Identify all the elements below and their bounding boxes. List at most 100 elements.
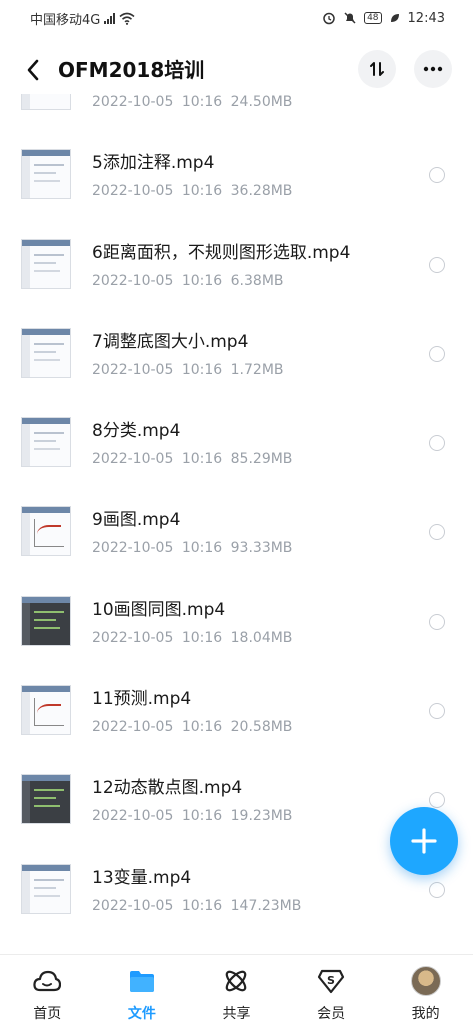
select-radio[interactable] — [429, 792, 445, 809]
file-name: 10画图同图.mp4 — [92, 599, 226, 620]
wifi-icon — [119, 12, 135, 25]
select-radio[interactable] — [429, 703, 445, 720]
file-time: 10:16 — [181, 897, 223, 914]
status-bar: 中国移动4G 48 12:43 — [0, 0, 473, 36]
file-name: 8分类.mp4 — [92, 421, 181, 442]
select-radio[interactable] — [429, 881, 445, 898]
file-meta: 2022-10-05 10:16 85.29MB — [92, 449, 292, 469]
video-thumbnail — [21, 94, 71, 110]
file-date: 2022-10-05 — [92, 272, 174, 289]
file-time: 10:16 — [181, 719, 223, 736]
nav-item-vip[interactable]: S 会员 — [284, 955, 379, 1024]
plus-icon — [411, 828, 437, 854]
file-date: 2022-10-05 — [92, 897, 174, 914]
more-button[interactable] — [414, 50, 452, 88]
file-name: 6距离面积，不规则图形选取.mp4 — [92, 242, 351, 263]
avatar-container — [410, 966, 441, 996]
cloud-home-icon — [32, 966, 62, 996]
file-meta: 2022-10-05 10:16 19.23MB — [92, 806, 292, 826]
chevron-left-icon — [27, 59, 39, 81]
file-size: 1.72MB — [230, 361, 284, 378]
file-size: 20.58MB — [230, 719, 293, 736]
nav-label-vip: 会员 — [317, 1006, 346, 1022]
clock: 12:43 — [407, 10, 445, 26]
file-row[interactable]: 8分类.mp4 2022-10-05 10:16 85.29MB — [0, 399, 473, 488]
select-radio[interactable] — [429, 613, 445, 630]
battery-icon: 48 — [364, 12, 382, 24]
file-meta: 2022-10-05 10:16 36.28MB — [92, 181, 292, 201]
nav-item-home[interactable]: 首页 — [0, 955, 95, 1024]
file-date: 2022-10-05 — [92, 183, 174, 200]
nav-label-me: 我的 — [411, 1006, 440, 1022]
file-meta: 2022-10-05 10:16 93.33MB — [92, 538, 292, 558]
file-size: 18.04MB — [230, 629, 293, 646]
add-button[interactable] — [390, 807, 458, 875]
file-size: 36.28MB — [230, 183, 293, 200]
svg-text:S: S — [327, 974, 335, 987]
file-row[interactable]: 11预测.mp4 2022-10-05 10:16 20.58MB — [0, 667, 473, 756]
file-time: 10:16 — [181, 94, 223, 110]
nav-item-share[interactable]: 共享 — [189, 955, 284, 1024]
file-row[interactable]: 7调整底图大小.mp4 2022-10-05 10:16 1.72MB — [0, 310, 473, 399]
file-name: 5添加注释.mp4 — [92, 153, 215, 174]
file-size: 147.23MB — [230, 897, 302, 914]
file-list-inner: 2022-10-05 10:16 24.50MB 5添加注释.mp4 2022-10… — [0, 94, 473, 935]
file-time: 10:16 — [181, 451, 223, 468]
nav-item-files[interactable]: 文件 — [95, 955, 190, 1024]
status-right: 48 12:43 — [322, 11, 445, 26]
select-radio[interactable] — [429, 167, 445, 184]
file-meta: 2022-10-05 10:16 20.58MB — [92, 717, 292, 737]
file-date: 2022-10-05 — [92, 540, 174, 557]
file-name: 12动态散点图.mp4 — [92, 778, 243, 799]
select-radio[interactable] — [429, 345, 445, 362]
page-title: OFM2018培训 — [58, 58, 205, 82]
leaf-icon — [390, 14, 399, 22]
header: OFM2018培训 — [0, 46, 473, 94]
select-radio[interactable] — [429, 524, 445, 541]
file-date: 2022-10-05 — [92, 451, 174, 468]
file-size: 19.23MB — [230, 808, 293, 825]
video-thumbnail — [21, 595, 71, 646]
sort-icon — [370, 62, 384, 76]
sort-button[interactable] — [358, 50, 396, 88]
video-thumbnail — [21, 327, 71, 378]
folder-icon — [127, 966, 157, 996]
video-thumbnail — [21, 506, 71, 557]
select-radio[interactable] — [429, 256, 445, 273]
file-name: 11预测.mp4 — [92, 689, 192, 710]
file-row[interactable]: 2022-10-05 10:16 24.50MB — [0, 94, 473, 131]
file-time: 10:16 — [181, 629, 223, 646]
file-date: 2022-10-05 — [92, 719, 174, 736]
file-size: 85.29MB — [230, 451, 293, 468]
file-date: 2022-10-05 — [92, 361, 174, 378]
nav-item-me[interactable]: 我的 — [378, 955, 473, 1024]
select-radio[interactable] — [429, 435, 445, 452]
avatar — [410, 966, 441, 996]
video-thumbnail — [21, 685, 71, 736]
video-thumbnail — [21, 238, 71, 289]
file-time: 10:16 — [181, 183, 223, 200]
file-meta: 2022-10-05 10:16 24.50MB — [92, 94, 292, 112]
file-row[interactable]: 5添加注释.mp4 2022-10-05 10:16 36.28MB — [0, 131, 473, 220]
file-meta: 2022-10-05 10:16 6.38MB — [92, 271, 284, 291]
file-date: 2022-10-05 — [92, 629, 174, 646]
file-date: 2022-10-05 — [92, 808, 174, 825]
file-size: 93.33MB — [230, 540, 293, 557]
file-name: 9画图.mp4 — [92, 510, 181, 531]
file-row[interactable]: 6距离面积，不规则图形选取.mp4 2022-10-05 10:16 6.38MB — [0, 221, 473, 310]
video-thumbnail — [21, 149, 71, 200]
file-name: 13变量.mp4 — [92, 867, 192, 888]
file-time: 10:16 — [181, 361, 223, 378]
file-meta: 2022-10-05 10:16 147.23MB — [92, 896, 301, 916]
file-row[interactable]: 10画图同图.mp4 2022-10-05 10:16 18.04MB — [0, 578, 473, 667]
share-icon — [221, 966, 251, 996]
video-thumbnail — [21, 863, 71, 914]
nav-label-files: 文件 — [127, 1006, 156, 1022]
file-row[interactable]: 9画图.mp4 2022-10-05 10:16 93.33MB — [0, 488, 473, 577]
file-size: 6.38MB — [230, 272, 284, 289]
bottom-nav: 首页 文件 共享 S 会员 我的 — [0, 954, 473, 1024]
nav-label-home: 首页 — [33, 1006, 62, 1022]
nav-label-share: 共享 — [222, 1006, 251, 1022]
file-size: 24.50MB — [230, 94, 293, 110]
back-button[interactable] — [20, 56, 46, 84]
